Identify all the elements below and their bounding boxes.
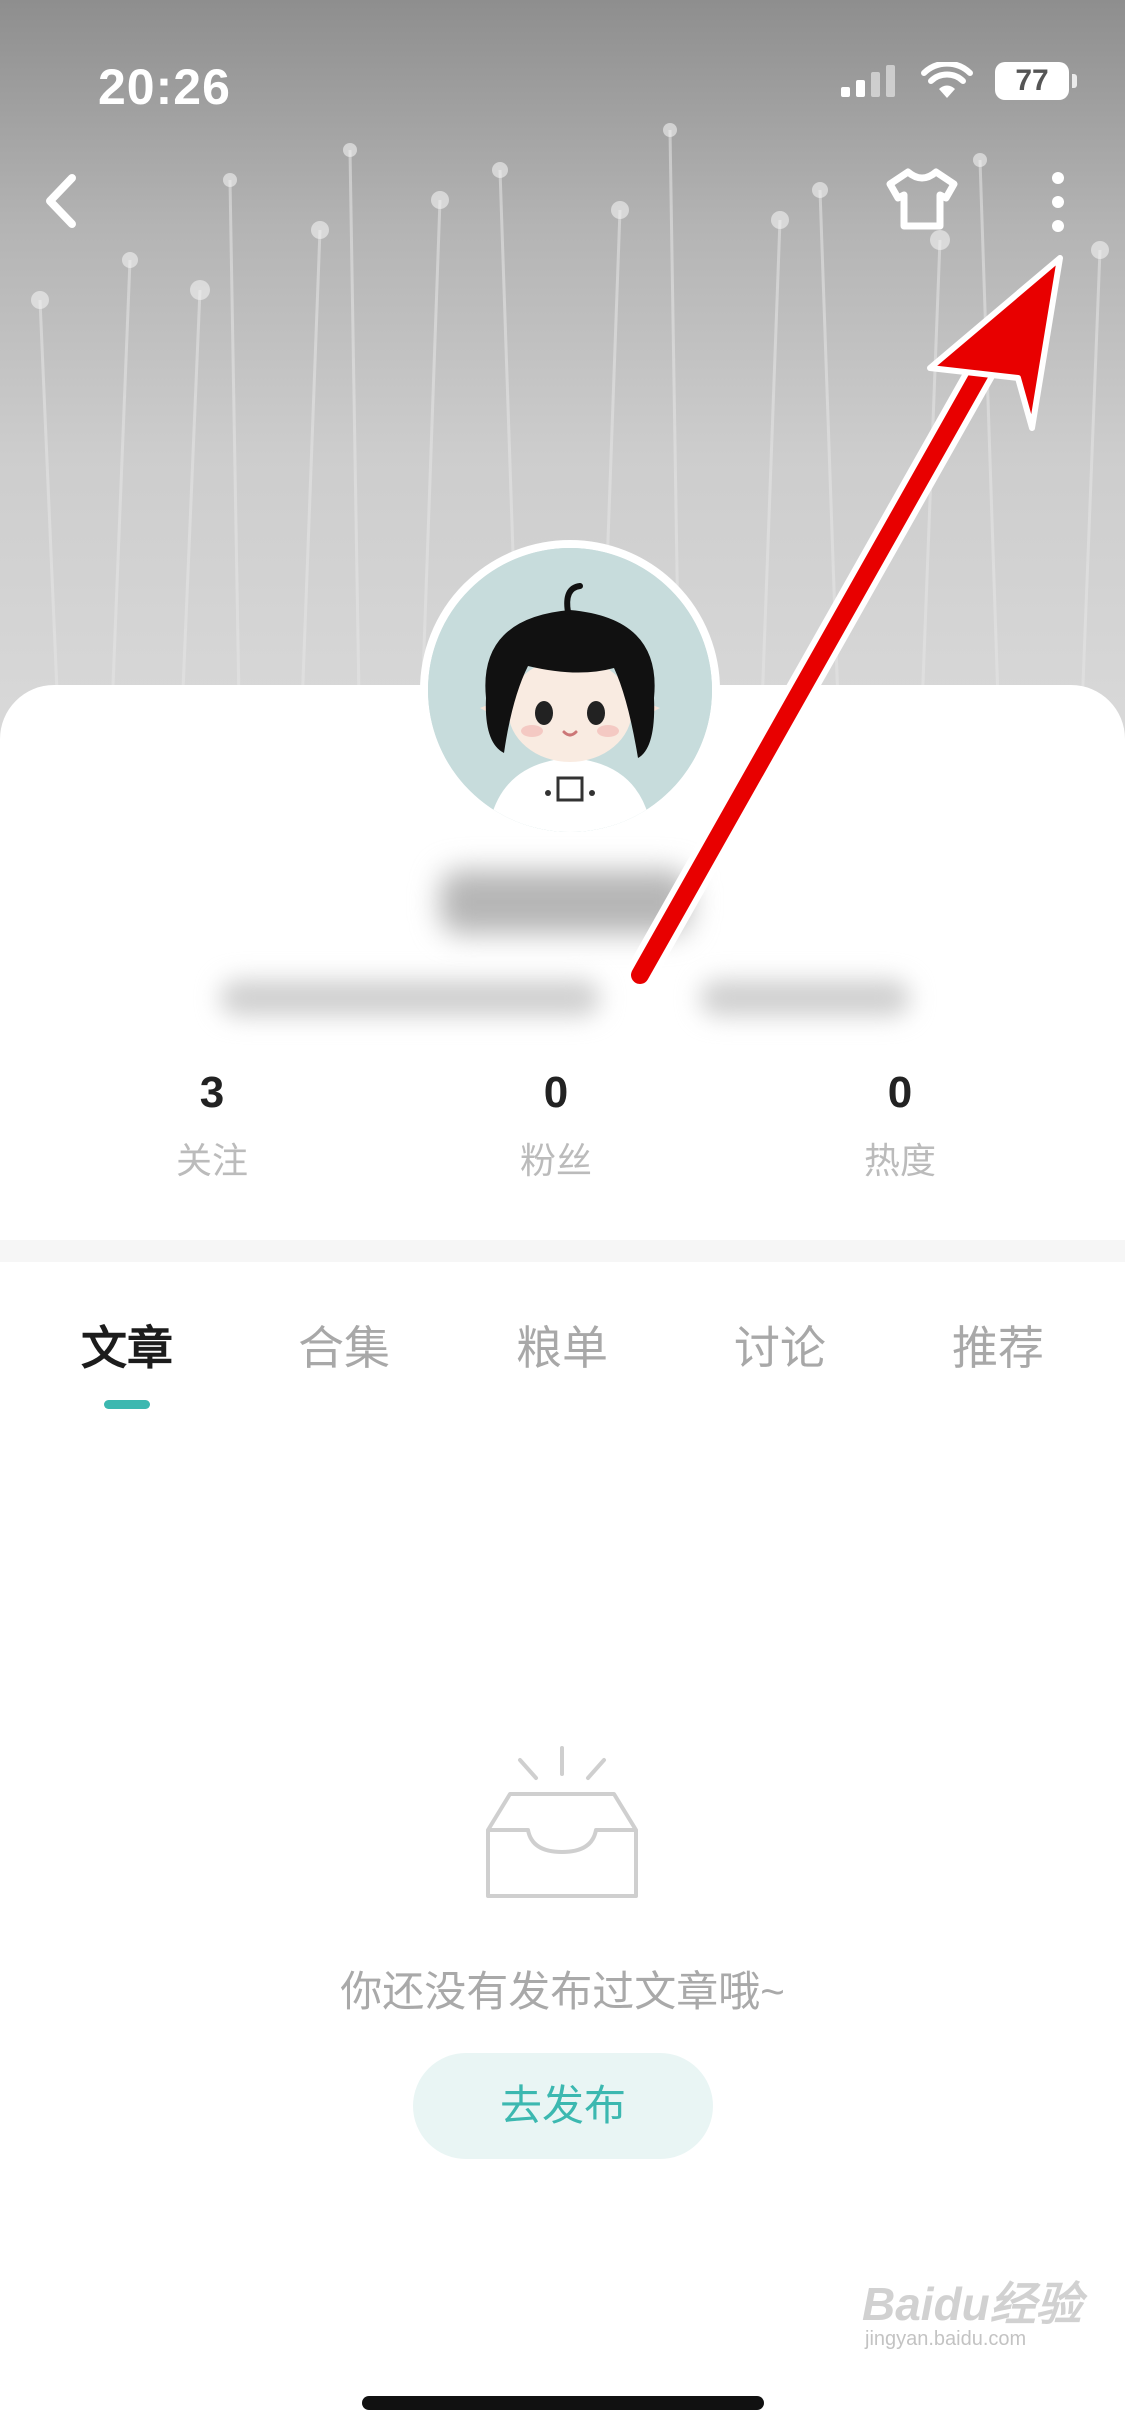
stat-following-value: 3 — [199, 1068, 225, 1117]
tab-articles[interactable]: 文章 — [37, 1312, 217, 1378]
stat-followers[interactable]: 0 粉丝 — [456, 1068, 656, 1184]
tab-discussions[interactable]: 讨论 — [690, 1312, 870, 1378]
skin-button[interactable] — [882, 164, 962, 234]
stat-popularity-value: 0 — [887, 1068, 913, 1117]
signal-icon — [841, 65, 895, 97]
user-info-blurred — [220, 980, 600, 1016]
status-icons: 77 — [839, 62, 1077, 100]
publish-button[interactable]: 去发布 — [413, 2053, 713, 2159]
more-vertical-icon — [1052, 172, 1064, 232]
more-options-button[interactable] — [1040, 164, 1076, 240]
username-blurred — [440, 870, 690, 934]
tab-collections[interactable]: 合集 — [254, 1312, 434, 1378]
back-button[interactable] — [36, 168, 88, 234]
empty-inbox-icon — [486, 1746, 638, 1898]
stat-popularity-label: 热度 — [863, 1140, 936, 1181]
stat-followers-value: 0 — [543, 1068, 569, 1117]
stat-following-label: 关注 — [175, 1140, 248, 1181]
wifi-icon — [921, 62, 973, 98]
avatar[interactable] — [420, 540, 720, 840]
baidu-watermark-url: jingyan.baidu.com — [865, 2328, 1027, 2350]
tab-recommendations[interactable]: 推荐 — [908, 1312, 1088, 1378]
baidu-watermark: Baidu经验 — [862, 2278, 1082, 2330]
stat-following[interactable]: 3 关注 — [112, 1068, 312, 1184]
stat-followers-label: 粉丝 — [519, 1140, 592, 1181]
section-divider — [0, 1240, 1125, 1262]
status-time: 20:26 — [98, 59, 231, 115]
active-tab-indicator — [104, 1400, 150, 1409]
home-indicator — [362, 2396, 764, 2410]
chevron-left-icon — [46, 174, 76, 228]
empty-state-message: 你还没有发布过文章哦~ — [340, 1968, 785, 2015]
avatar-cartoon-image — [428, 548, 712, 832]
user-id-blurred — [700, 980, 910, 1016]
tab-lists[interactable]: 粮单 — [472, 1312, 652, 1378]
battery-indicator: 77 — [995, 62, 1077, 100]
tshirt-icon — [886, 168, 958, 230]
content-tabs: 文章 合集 粮单 讨论 推荐 — [0, 1312, 1125, 1412]
stat-popularity[interactable]: 0 热度 — [800, 1068, 1000, 1184]
